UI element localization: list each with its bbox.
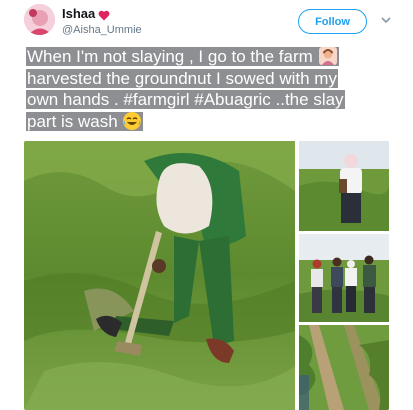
tweet-text-line-3[interactable]: own hands . #farmgirl #Abuagric ..the sl… <box>27 90 344 109</box>
tweet-text-line-4: part is wash <box>27 111 123 131</box>
tears-of-joy-emoji <box>122 111 142 131</box>
tweet-text-line-2: harvested the groundnut I sowed with my <box>27 68 337 88</box>
follow-button[interactable]: Follow <box>298 9 367 34</box>
display-name[interactable]: Ishaa <box>62 6 95 21</box>
woman-farmer-emoji <box>318 46 338 66</box>
media-grid <box>24 141 389 410</box>
user-name-row: Ishaa <box>62 6 110 21</box>
red-heart-icon <box>98 8 110 21</box>
farm-photo-group[interactable] <box>299 234 389 322</box>
avatar[interactable] <box>24 4 55 35</box>
tweet-card: Ishaa @Aisha_Ummie Follow When I'm not s… <box>0 0 413 410</box>
chevron-down-icon[interactable] <box>380 13 392 25</box>
user-handle[interactable]: @Aisha_Ummie <box>62 24 142 36</box>
tweet-text: When I'm not slaying , I go to the farm … <box>26 46 376 132</box>
farm-photo-crop-rows[interactable] <box>299 325 389 410</box>
farm-photo-woman-hoeing[interactable] <box>24 141 295 410</box>
tweet-text-line-1: When I'm not slaying , I go to the farm <box>27 47 318 66</box>
farm-photo-woman-standing[interactable] <box>299 141 389 231</box>
